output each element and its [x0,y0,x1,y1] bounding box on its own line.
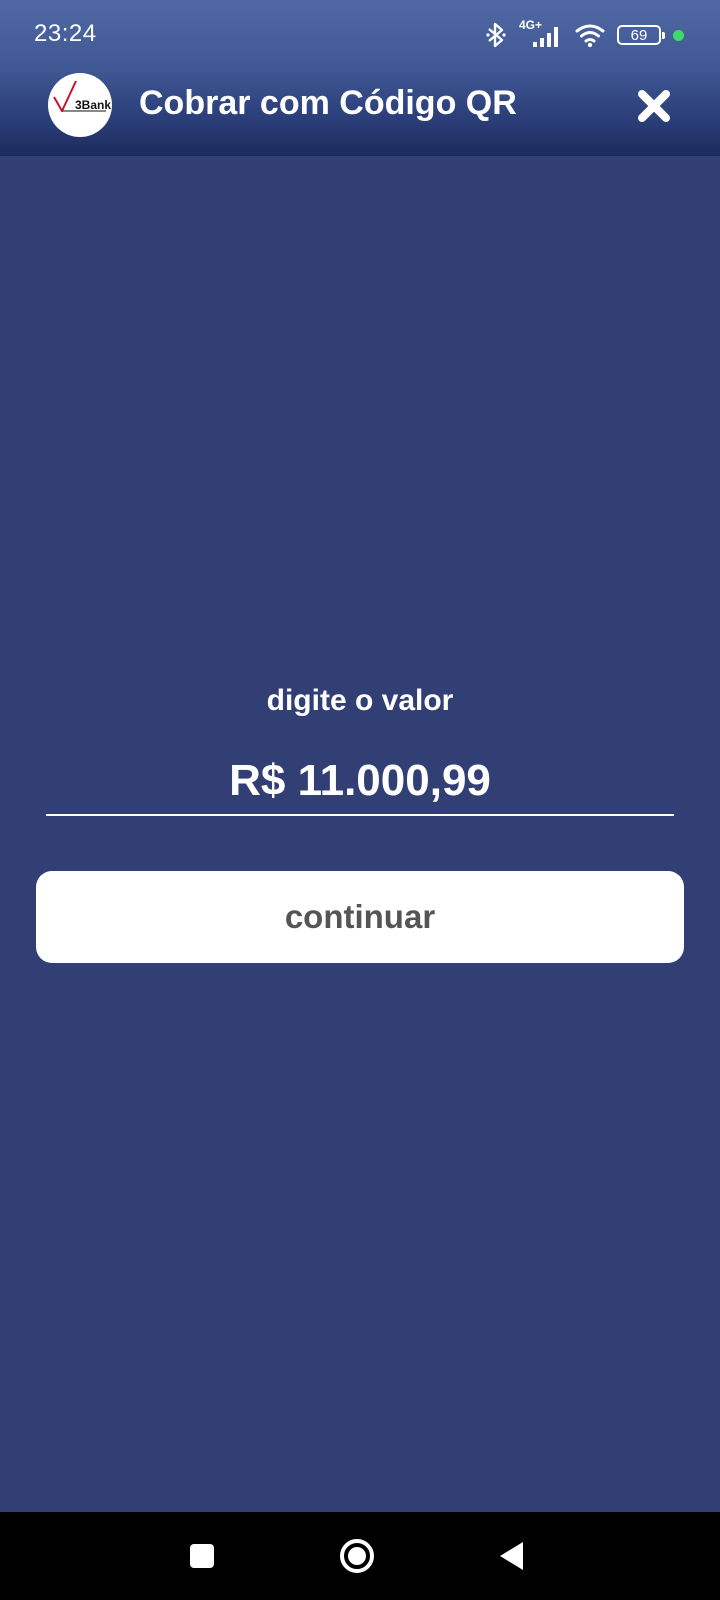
navigation-bar [0,1512,720,1600]
home-icon [340,1539,374,1573]
battery-icon: 69 [617,25,665,45]
wifi-icon [575,22,605,48]
back-icon [500,1542,523,1570]
page-title: Cobrar com Código QR [139,84,517,122]
close-button[interactable] [634,86,674,126]
recents-button[interactable] [178,1532,226,1580]
cell-signal-icon: 4G+ [519,18,563,50]
battery-level: 69 [630,26,648,44]
screen: 23:24 4G+ 69 3Bank Cobrar com Código QR … [0,0,720,1600]
status-icons: 4G+ 69 [485,18,684,50]
back-button[interactable] [488,1532,536,1580]
app-bar: 3Bank Cobrar com Código QR [0,68,720,156]
continue-button[interactable]: continuar [36,871,684,963]
logo-text: 3Bank [75,98,112,112]
status-time: 23:24 [34,20,97,47]
home-button[interactable] [333,1532,381,1580]
close-icon [638,90,670,122]
bank-logo: 3Bank [48,73,112,137]
bluetooth-icon [485,21,507,49]
amount-input[interactable] [46,748,674,816]
amount-prompt: digite o valor [266,684,454,717]
privacy-dot-icon [673,29,684,41]
header: 23:24 4G+ 69 3Bank Cobrar com Código QR [0,0,720,156]
status-bar: 23:24 4G+ 69 [0,0,720,64]
recents-icon [190,1544,214,1568]
